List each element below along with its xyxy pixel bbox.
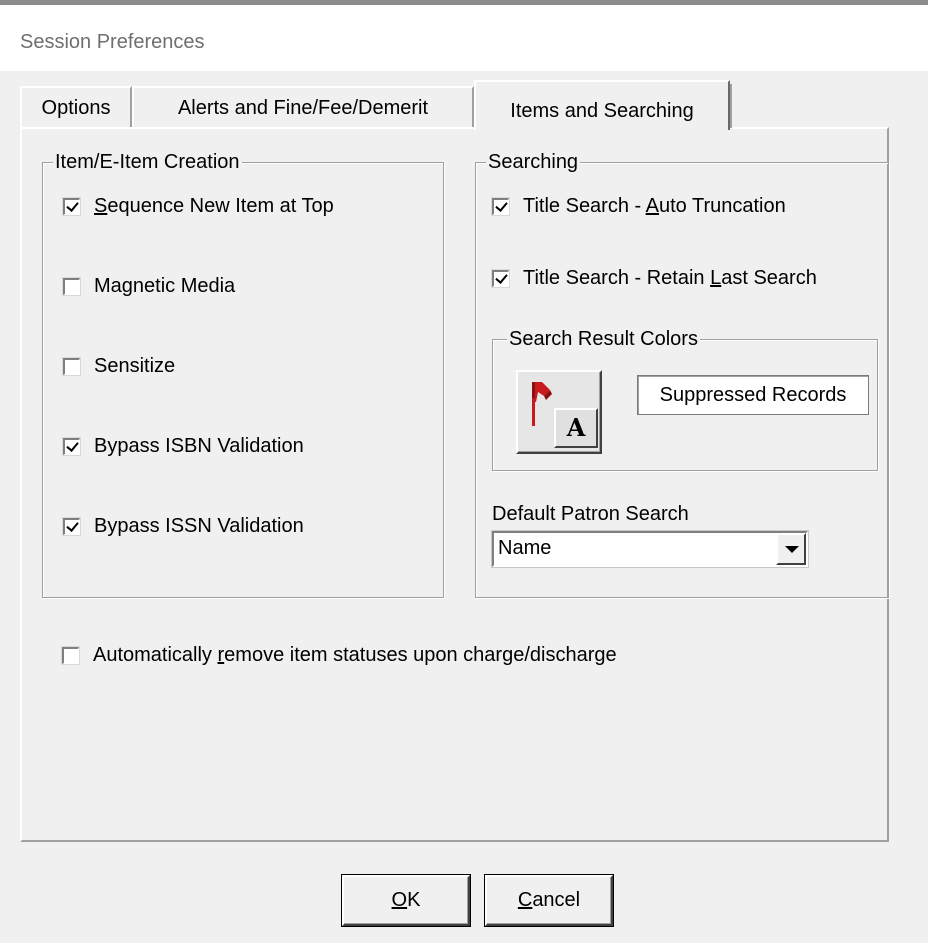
cancel-label: Cancel [517,889,581,911]
suppressed-records-label: Suppressed Records [659,384,847,406]
default-patron-search-label: Default Patron Search [492,502,689,525]
font-sample-box: A [554,408,598,448]
red-pin-icon [532,382,552,426]
checkbox-box[interactable] [63,437,80,455]
sensitize-label: Sensitize [94,354,176,377]
retain-last-search-label: Title Search - Retain Last Search [523,266,817,289]
bypass-issn-label: Bypass ISSN Validation [94,514,304,537]
checkbox-box[interactable] [63,357,80,375]
tab-alerts-fines[interactable]: Alerts and Fine/Fee/Demerit [132,86,474,128]
default-patron-search-label-row: Default Patron Search [492,501,689,527]
checkbox-box[interactable] [492,197,509,215]
bypass-isbn-checkbox[interactable]: Bypass ISBN Validation [63,433,304,459]
item-creation-legend: Item/E-Item Creation [53,149,242,175]
auto-remove-statuses-checkbox[interactable]: Automatically remove item statuses upon … [62,642,617,668]
tab-items-label: Items and Searching [510,100,694,122]
font-sample-letter: A [566,413,586,442]
sequence-new-item-checkbox[interactable]: Sequence New Item at Top [63,193,334,219]
checkbox-box[interactable] [63,197,80,215]
auto-truncation-label: Title Search - Auto Truncation [523,194,786,217]
default-patron-search-value: Name [498,537,552,559]
bypass-isbn-label: Bypass ISBN Validation [94,434,304,457]
auto-truncation-checkbox[interactable]: Title Search - Auto Truncation [492,193,786,219]
item-creation-group: Item/E-Item Creation Sequence New Item a… [42,149,444,598]
sequence-new-item-label: Sequence New Item at Top [94,194,334,217]
magnetic-media-checkbox[interactable]: Magnetic Media [63,273,235,299]
search-result-colors-group: Search Result Colors A Suppressed Record… [492,326,878,471]
cancel-button[interactable]: Cancel [485,875,613,926]
tab-alerts-label: Alerts and Fine/Fee/Demerit [177,97,429,119]
searching-legend: Searching [486,149,581,175]
window-title: Session Preferences [20,31,205,53]
checkbox-box[interactable] [62,646,79,664]
sensitize-checkbox[interactable]: Sensitize [63,353,175,379]
tab-panel-items-searching: Item/E-Item Creation Sequence New Item a… [20,127,889,842]
tab-options[interactable]: Options [20,86,132,128]
ok-label: OK [391,889,421,911]
search-result-colors-legend: Search Result Colors [507,326,700,352]
retain-last-search-checkbox[interactable]: Title Search - Retain Last Search [492,265,817,291]
searching-group: Searching Title Search - Auto Truncation… [475,149,889,598]
title-bar: Session Preferences [0,5,928,71]
checkbox-box[interactable] [63,277,80,295]
checkbox-box[interactable] [63,517,80,535]
tab-items-searching[interactable]: Items and Searching [474,80,732,130]
default-patron-search-select[interactable]: Name [492,531,808,567]
tab-options-label: Options [41,97,111,119]
magnetic-media-label: Magnetic Media [94,274,236,297]
suppressed-records-field[interactable]: Suppressed Records [637,375,869,415]
auto-remove-statuses-label: Automatically remove item statuses upon … [93,643,617,666]
color-picker-button[interactable]: A [516,370,602,454]
chevron-down-icon[interactable] [776,533,806,565]
checkbox-box[interactable] [492,269,509,287]
ok-button[interactable]: OK [342,875,470,926]
bypass-issn-checkbox[interactable]: Bypass ISSN Validation [63,513,304,539]
